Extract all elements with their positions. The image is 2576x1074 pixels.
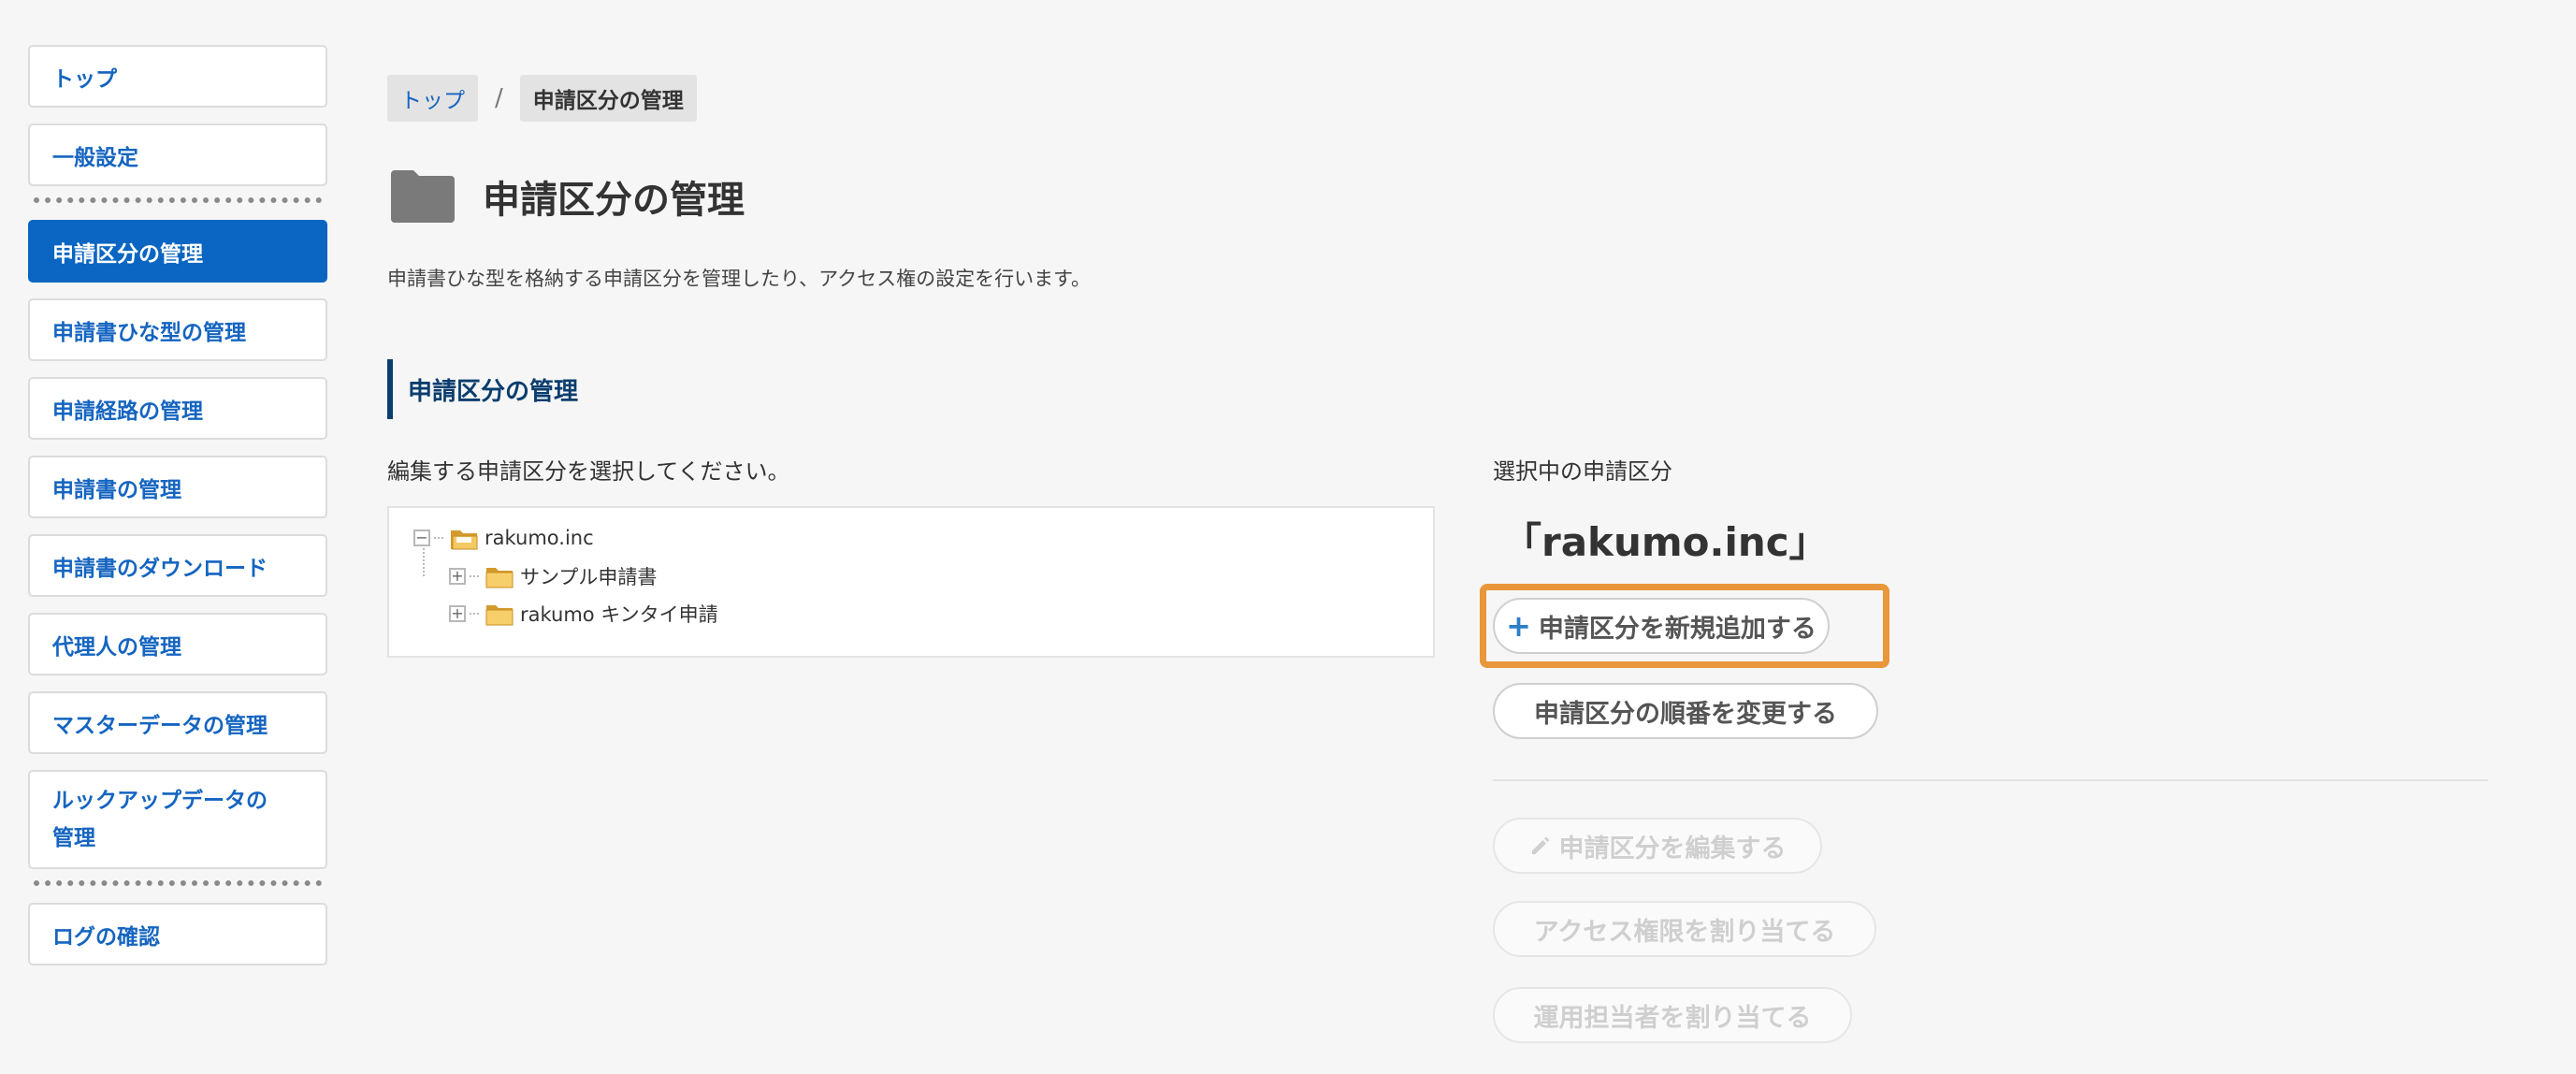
sidebar-item-log-check[interactable]: ログの確認 [28, 903, 327, 965]
open-folder-icon [451, 530, 478, 550]
sidebar-item-route-management[interactable]: 申請経路の管理 [28, 377, 327, 440]
sidebar: トップ 一般設定 申請区分の管理 申請書ひな型の管理 申請経路の管理 申請書の管… [28, 45, 327, 981]
sidebar-item-master-data-management[interactable]: マスターデータの管理 [28, 691, 327, 754]
assign-access-label: アクセス権限を割り当てる [1533, 917, 1836, 947]
section-title: 申請区分の管理 [387, 359, 578, 419]
sidebar-item-application-download[interactable]: 申請書のダウンロード [28, 534, 327, 597]
plus-icon: + [1506, 608, 1531, 644]
expand-toggle-icon[interactable]: + [449, 605, 466, 622]
breadcrumb-top-link[interactable]: トップ [387, 75, 478, 122]
tree-connector [434, 537, 443, 539]
sidebar-item-label-line2: 管理 [52, 826, 95, 850]
breadcrumb: トップ / 申請区分の管理 [387, 75, 697, 122]
pencil-icon [1531, 836, 1549, 854]
edit-category-button[interactable]: 申請区分を編集する [1493, 818, 1822, 874]
page-header: 申請区分の管理 [387, 167, 745, 226]
sidebar-item-top[interactable]: トップ [28, 45, 327, 108]
sidebar-item-application-management[interactable]: 申請書の管理 [28, 456, 327, 518]
breadcrumb-separator: / [495, 84, 503, 112]
sidebar-item-category-management[interactable]: 申請区分の管理 [28, 220, 327, 283]
tree-instruction: 編集する申請区分を選択してください。 [387, 458, 790, 485]
tree-node-root[interactable]: − rakumo.inc [413, 525, 594, 551]
tree-node-kintai[interactable]: + rakumo キンタイ申請 [449, 600, 718, 628]
tree-connector [470, 575, 479, 577]
category-tree: − rakumo.inc + サンプル申請書 + rakumo キンタイ申請 [387, 506, 1435, 658]
tree-node-sample[interactable]: + サンプル申請書 [449, 562, 657, 590]
assign-operator-label: 運用担当者を割り当てる [1533, 1003, 1812, 1033]
expand-toggle-icon[interactable]: + [449, 568, 466, 585]
tree-connector [470, 613, 479, 615]
folder-icon [387, 167, 458, 226]
sidebar-divider [34, 880, 322, 886]
folder-icon [485, 568, 514, 588]
sidebar-item-general-settings[interactable]: 一般設定 [28, 123, 327, 186]
sidebar-item-proxy-management[interactable]: 代理人の管理 [28, 613, 327, 675]
edit-category-label: 申請区分を編集する [1558, 834, 1787, 864]
sidebar-item-lookup-data-management[interactable]: ルックアップデータの 管理 [28, 770, 327, 869]
actions-divider [1493, 779, 2488, 781]
add-category-label: 申請区分を新規追加する [1538, 614, 1816, 644]
sidebar-item-template-management[interactable]: 申請書ひな型の管理 [28, 298, 327, 361]
tree-node-label: rakumo.inc [485, 527, 594, 549]
sidebar-item-label: ルックアップデータの 管理 [52, 782, 268, 857]
selected-category-label: 選択中の申請区分 [1493, 458, 1672, 485]
reorder-category-button[interactable]: 申請区分の順番を変更する [1493, 683, 1878, 739]
add-category-button[interactable]: + 申請区分を新規追加する [1493, 598, 1830, 654]
selected-category-value: 「rakumo.inc」 [1502, 519, 1829, 565]
assign-operator-button[interactable]: 運用担当者を割り当てる [1493, 987, 1852, 1043]
reorder-category-label: 申請区分の順番を変更する [1534, 699, 1837, 729]
sidebar-item-label-line1: ルックアップデータの [52, 789, 268, 813]
page-description: 申請書ひな型を格納する申請区分を管理したり、アクセス権の設定を行います。 [387, 268, 1092, 290]
folder-icon [485, 605, 514, 626]
tree-node-label: rakumo キンタイ申請 [520, 603, 718, 626]
page-title: 申請区分の管理 [483, 179, 745, 222]
assign-access-button[interactable]: アクセス権限を割り当てる [1493, 901, 1876, 957]
collapse-toggle-icon[interactable]: − [413, 530, 430, 546]
breadcrumb-current: 申請区分の管理 [519, 75, 697, 122]
sidebar-divider [34, 197, 322, 203]
tree-node-label: サンプル申請書 [520, 566, 658, 588]
